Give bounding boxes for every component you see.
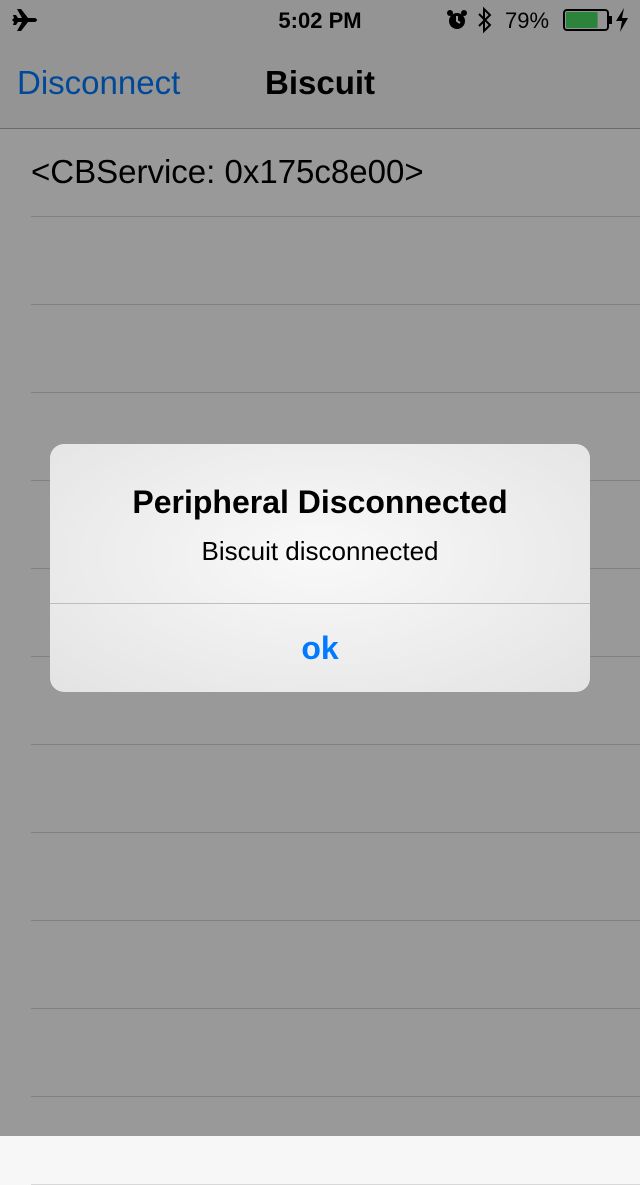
alert-message: Biscuit disconnected xyxy=(201,536,439,566)
screen: 5:02 PM 79% Disconnect Biscuit <CBServic… xyxy=(0,0,640,1185)
alert-title: Peripheral Disconnected xyxy=(132,484,508,520)
ok-button[interactable]: ok xyxy=(50,604,590,692)
alert-dialog: Peripheral Disconnected Biscuit disconne… xyxy=(50,444,590,692)
